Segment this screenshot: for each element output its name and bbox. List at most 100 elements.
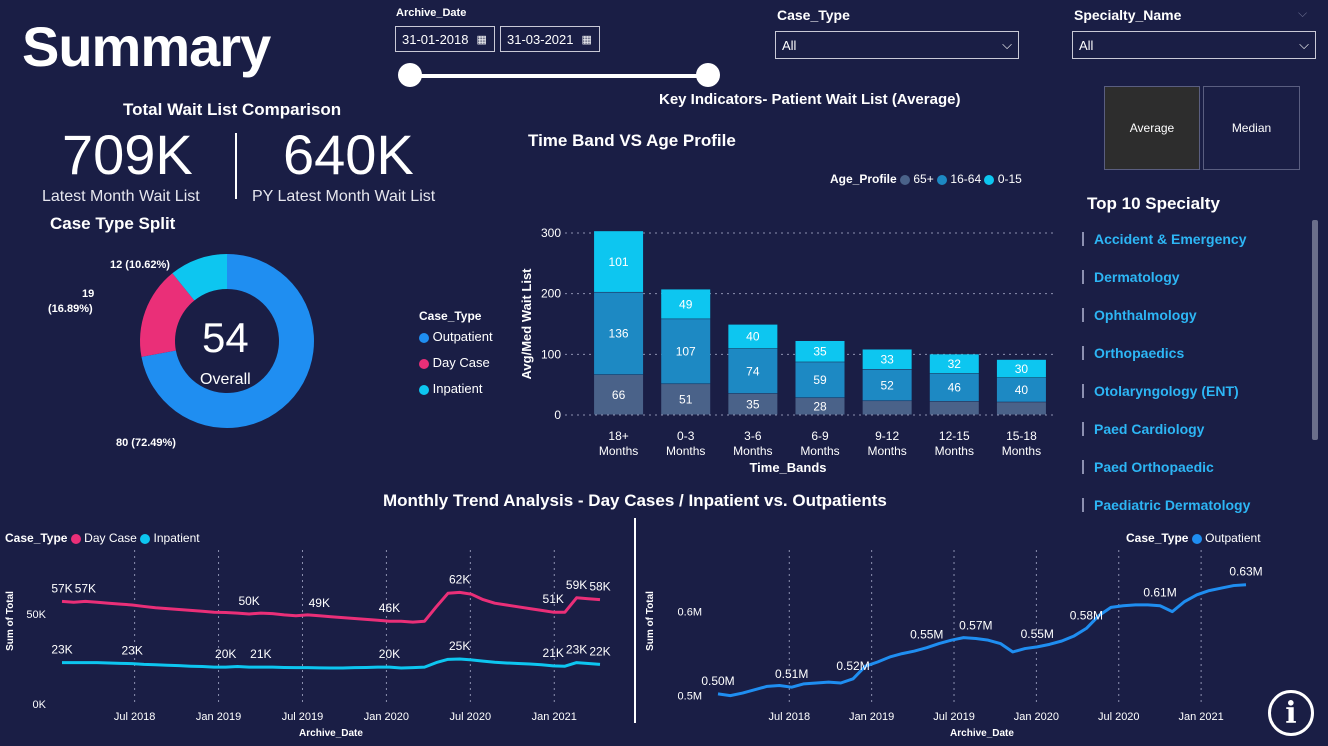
- line-data-label: 21K: [543, 646, 564, 660]
- x-axis-label: Archive_Date: [299, 728, 363, 739]
- bar-data-label: 136: [609, 327, 629, 341]
- specialty-label: Ophthalmology: [1094, 307, 1197, 323]
- kpi-divider: [235, 133, 237, 199]
- x-tick-label: 9-12: [875, 429, 899, 443]
- series-line-day-case: [61, 590, 601, 624]
- legend-title: Case_Type: [1126, 531, 1189, 545]
- x-tick-label: Jan 2021: [1178, 711, 1223, 723]
- specialty-item[interactable]: Ophthalmology: [1082, 296, 1302, 334]
- legend-item[interactable]: Day Case: [419, 355, 493, 370]
- end-date-input[interactable]: 31-03-2021 ▦: [500, 26, 600, 52]
- specialty-name-dropdown[interactable]: All ⌵: [1072, 31, 1316, 59]
- bar-segment: [996, 402, 1046, 415]
- date-slider-end-handle[interactable]: [696, 63, 720, 87]
- y-axis-label: Avg/Med Wait List: [519, 268, 534, 380]
- y-axis-label: Sum of Total: [5, 591, 16, 651]
- trend-right-legend: Case_Type Outpatient: [1126, 531, 1261, 545]
- specialty-item[interactable]: Orthopaedics: [1082, 334, 1302, 372]
- specialty-marker: [1082, 498, 1084, 512]
- legend-label: Day Case: [432, 355, 490, 370]
- wait-list-title: Total Wait List Comparison: [123, 100, 342, 119]
- x-tick-label: Jul 2020: [1098, 711, 1140, 723]
- median-button[interactable]: Median: [1203, 86, 1300, 170]
- calendar-icon[interactable]: ▦: [582, 33, 592, 46]
- chevron-down-icon[interactable]: ⌵: [1298, 6, 1307, 21]
- time-band-chart-title: Time Band VS Age Profile: [528, 131, 736, 150]
- donut-data-label: 19: [82, 288, 94, 300]
- legend-title: Age_Profile: [830, 172, 897, 186]
- bar-data-label: 74: [746, 364, 760, 378]
- case-split-legend-title: Case_Type: [419, 309, 482, 323]
- case-type-dropdown[interactable]: All ⌵: [775, 31, 1019, 59]
- top-specialty-title: Top 10 Specialty: [1087, 194, 1220, 213]
- specialty-item[interactable]: Accident & Emergency: [1082, 220, 1302, 258]
- x-tick-label: 6-9: [811, 429, 829, 443]
- specialty-item[interactable]: Otolaryngology (ENT): [1082, 372, 1302, 410]
- x-tick-label: Months: [599, 444, 638, 458]
- y-tick-label: 300: [541, 226, 561, 240]
- legend-title: Case_Type: [5, 531, 68, 545]
- specialty-item[interactable]: Paed Cardiology: [1082, 410, 1302, 448]
- x-tick-label: Jan 2020: [364, 711, 409, 723]
- x-tick-label: Jan 2019: [849, 711, 894, 723]
- bar-data-label: 30: [1015, 362, 1029, 376]
- monthly-trend-title: Monthly Trend Analysis - Day Cases / Inp…: [383, 491, 887, 510]
- specialty-label: Paed Cardiology: [1094, 421, 1205, 437]
- bar-data-label: 66: [612, 388, 626, 402]
- legend-label: Outpatient: [432, 329, 493, 344]
- legend-marker-icon: [900, 174, 911, 185]
- date-slider-start-handle[interactable]: [398, 63, 422, 87]
- py-month-kpi: 640K: [283, 123, 414, 186]
- line-data-label: 21K: [250, 647, 271, 661]
- calendar-icon[interactable]: ▦: [477, 33, 487, 46]
- start-date-input[interactable]: 31-01-2018 ▦: [395, 26, 495, 52]
- x-axis-label: Archive_Date: [950, 728, 1014, 739]
- line-data-label: 0.52M: [836, 659, 869, 673]
- bar-data-label: 40: [746, 330, 760, 344]
- specialty-item[interactable]: Paed Orthopaedic: [1082, 448, 1302, 486]
- average-button[interactable]: Average: [1104, 86, 1200, 170]
- x-tick-label: Months: [867, 444, 906, 458]
- legend-marker-icon: [140, 533, 151, 544]
- x-tick-label: Months: [800, 444, 839, 458]
- line-data-label: 23K: [121, 644, 142, 658]
- x-tick-label: Jul 2020: [450, 711, 492, 723]
- specialty-marker: [1082, 422, 1084, 436]
- line-data-label: 20K: [215, 647, 236, 661]
- date-slider-track[interactable]: [410, 74, 708, 78]
- specialty-item[interactable]: Dermatology: [1082, 258, 1302, 296]
- legend-marker-icon: [419, 384, 429, 395]
- legend-label: Inpatient: [432, 381, 483, 396]
- line-data-label: 22K: [589, 644, 610, 658]
- legend-marker-icon: [937, 174, 948, 185]
- info-icon[interactable]: i: [1268, 690, 1314, 736]
- bar-data-label: 28: [813, 400, 827, 414]
- donut-data-label: 12 (10.62%): [110, 259, 170, 271]
- specialty-item[interactable]: Paediatric Dermatology: [1082, 486, 1302, 524]
- legend-item[interactable]: Outpatient: [419, 329, 493, 344]
- x-tick-label: Jan 2021: [532, 711, 577, 723]
- x-tick-label: 15-18: [1006, 429, 1037, 443]
- line-data-label: 49K: [309, 596, 330, 610]
- specialty-marker: [1082, 308, 1084, 322]
- y-tick-label: 0.5M: [678, 691, 702, 703]
- x-tick-label: 18+: [608, 429, 628, 443]
- donut-center-value: 54: [202, 314, 249, 361]
- specialty-scrollbar[interactable]: [1312, 220, 1318, 440]
- line-data-label: 46K: [379, 601, 400, 615]
- bar-data-label: 35: [746, 397, 760, 411]
- legend-marker-icon: [984, 174, 995, 185]
- bar-data-label: 46: [948, 381, 962, 395]
- line-data-label: 0.55M: [910, 628, 943, 642]
- series-line-inpatient: [62, 657, 601, 670]
- legend-item[interactable]: Inpatient: [419, 381, 493, 396]
- legend-label: Inpatient: [150, 531, 200, 545]
- line-data-label: 0.51M: [775, 667, 808, 681]
- legend-label: 16-64: [950, 172, 982, 186]
- bar-data-label: 32: [948, 357, 962, 371]
- y-tick-label: 0.6M: [678, 607, 702, 619]
- y-axis-label: Sum of Total: [645, 591, 656, 651]
- latest-month-kpi: 709K: [62, 123, 193, 186]
- legend-label: Outpatient: [1201, 531, 1261, 545]
- age-profile-legend: Age_Profile 65+ 16-64 0-15: [830, 172, 1022, 186]
